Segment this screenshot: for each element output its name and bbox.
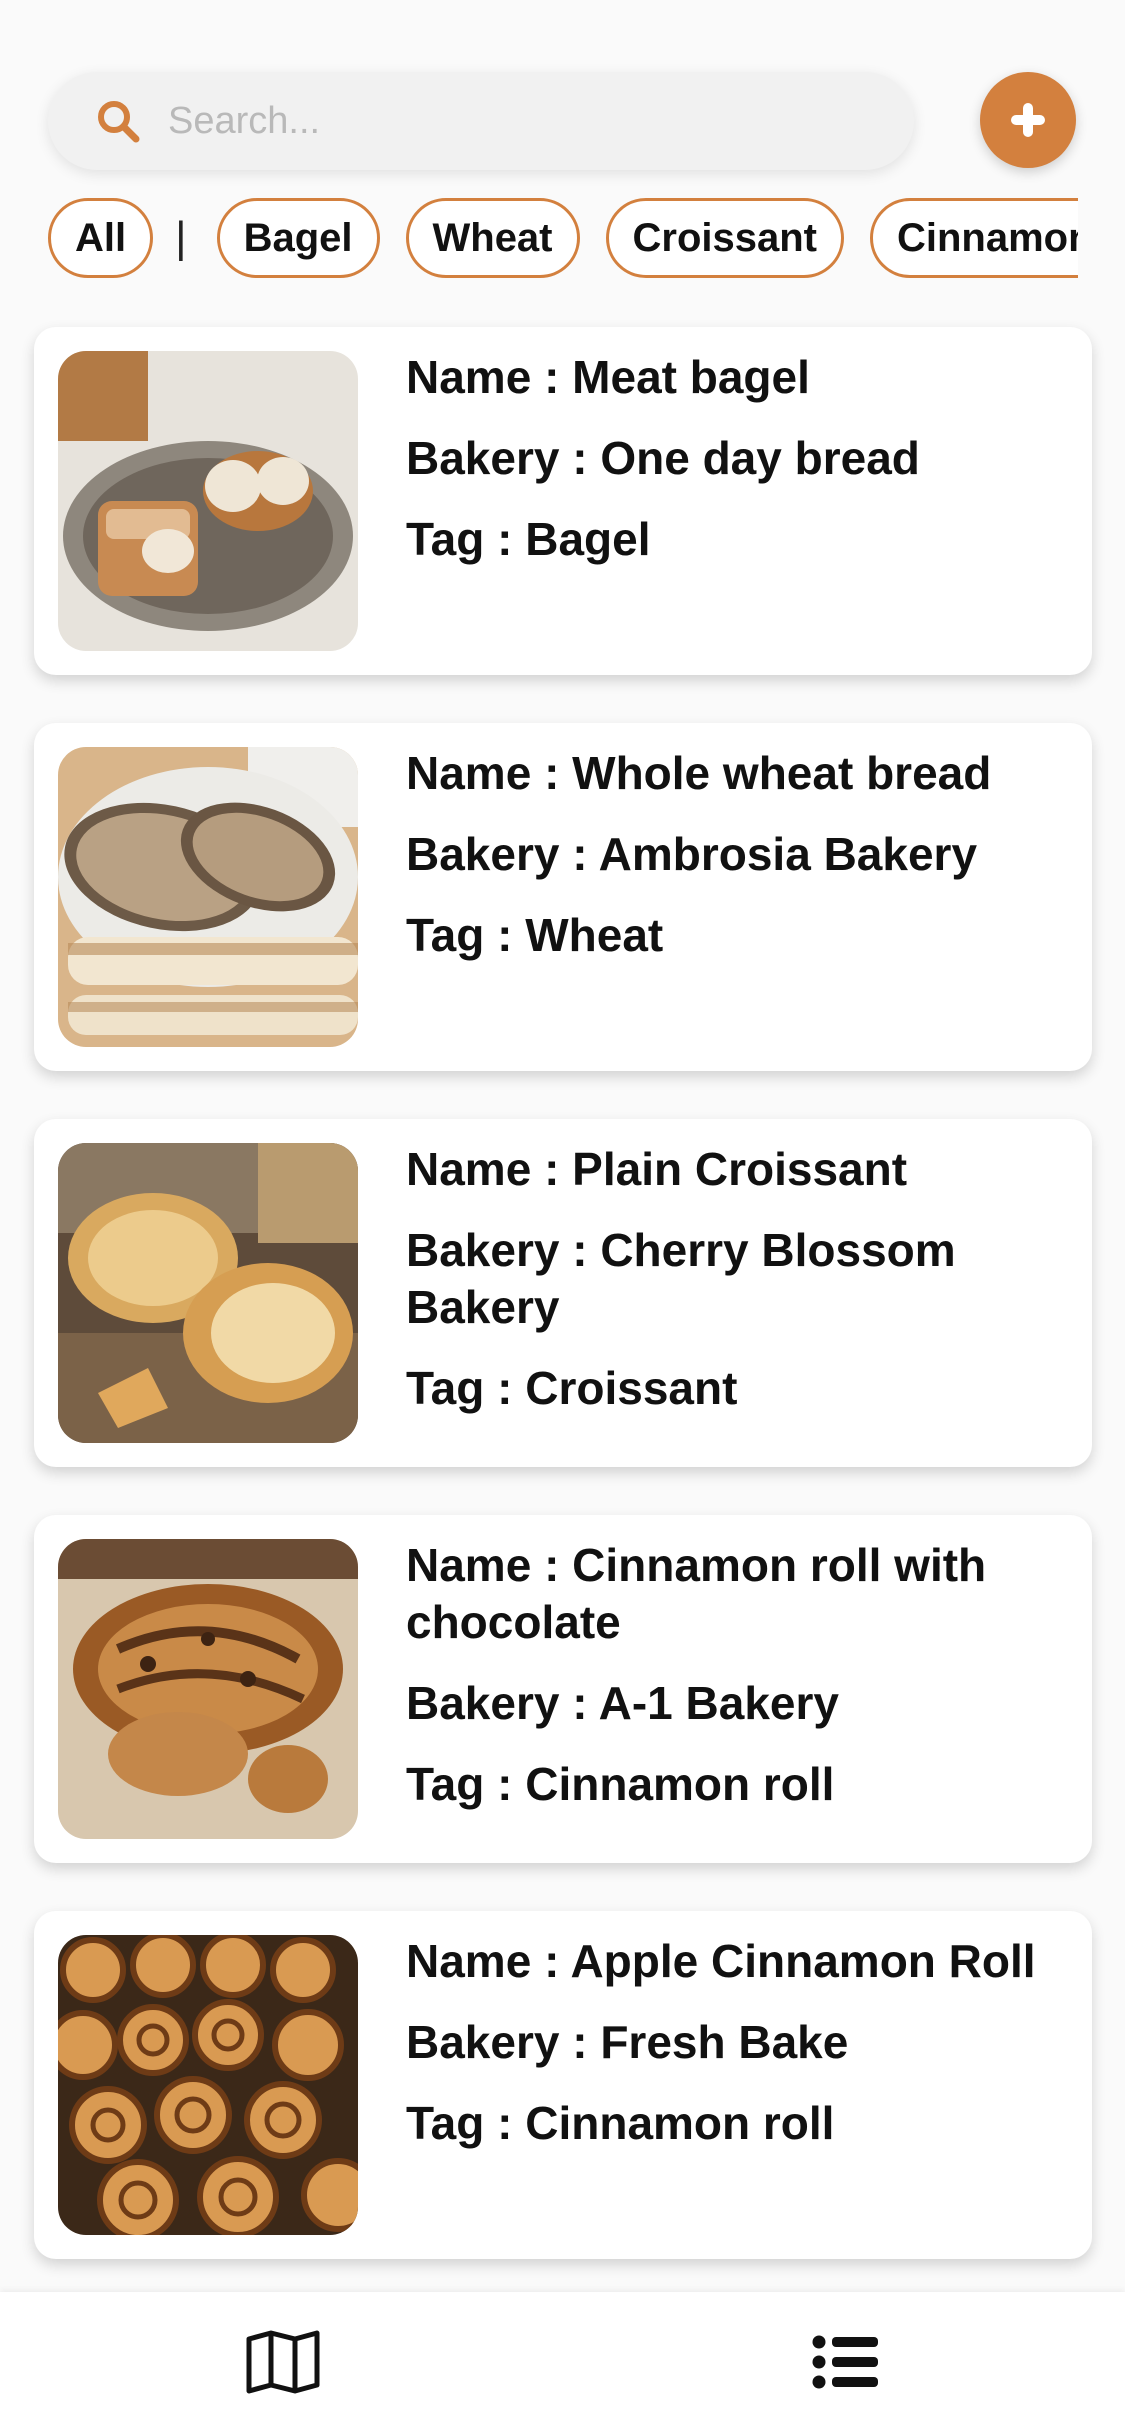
filter-chip-bagel[interactable]: Bagel xyxy=(216,198,380,278)
bread-name: Name : Whole wheat bread xyxy=(406,747,992,799)
search-icon xyxy=(90,93,146,149)
list-tab[interactable] xyxy=(801,2322,891,2402)
bottom-nav xyxy=(0,2292,1125,2436)
bread-info: Name : Plain Croissant Bakery : Cherry B… xyxy=(406,1141,1062,1441)
bread-card[interactable]: Name : Meat bagel Bakery : One day bread… xyxy=(34,327,1092,675)
bread-card[interactable]: Name : Plain Croissant Bakery : Cherry B… xyxy=(34,1119,1092,1467)
filter-chip-cinnamon[interactable]: Cinnamon xyxy=(870,198,1078,278)
bread-photo xyxy=(58,1935,358,2235)
list-icon xyxy=(812,2335,878,2389)
filter-chip-wheat[interactable]: Wheat xyxy=(405,198,580,278)
bread-photo xyxy=(58,351,358,651)
bread-bakery: Bakery : Fresh Bake xyxy=(406,2016,849,2068)
map-tab[interactable] xyxy=(238,2322,328,2402)
bread-bakery: Bakery : Cherry Blossom Bakery xyxy=(406,1224,956,1333)
bread-photo xyxy=(58,747,358,1047)
bread-tag: Tag : Cinnamon roll xyxy=(406,2097,835,2149)
plus-icon xyxy=(1011,103,1045,137)
bread-bakery: Bakery : One day bread xyxy=(406,432,920,484)
filter-chip-all[interactable]: All xyxy=(48,198,154,278)
bread-photo xyxy=(58,1143,358,1443)
bread-tag: Tag : Croissant xyxy=(406,1362,738,1414)
bread-info: Name : Whole wheat bread Bakery : Ambros… xyxy=(406,745,1062,988)
filter-divider: | xyxy=(175,213,187,262)
bread-name: Name : Meat bagel xyxy=(406,351,810,403)
bread-info: Name : Meat bagel Bakery : One day bread… xyxy=(406,349,1062,592)
bread-bakery: Bakery : A-1 Bakery xyxy=(406,1677,839,1729)
bread-info: Name : Apple Cinnamon Roll Bakery : Fres… xyxy=(406,1933,1062,2176)
bread-name: Name : Apple Cinnamon Roll xyxy=(406,1935,1036,1987)
search-input[interactable] xyxy=(166,98,914,144)
add-button[interactable] xyxy=(980,72,1076,168)
bread-tag: Tag : Cinnamon roll xyxy=(406,1758,835,1810)
bread-name: Name : Cinnamon roll with chocolate xyxy=(406,1539,987,1648)
bread-card[interactable]: Name : Whole wheat bread Bakery : Ambros… xyxy=(34,723,1092,1071)
bread-info: Name : Cinnamon roll with chocolate Bake… xyxy=(406,1537,1062,1837)
bread-name: Name : Plain Croissant xyxy=(406,1143,908,1195)
bread-card[interactable]: Name : Apple Cinnamon Roll Bakery : Fres… xyxy=(34,1911,1092,2259)
bread-photo xyxy=(58,1539,358,1839)
bread-card[interactable]: Name : Cinnamon roll with chocolate Bake… xyxy=(34,1515,1092,1863)
bread-tag: Tag : Wheat xyxy=(406,909,664,961)
bread-bakery: Bakery : Ambrosia Bakery xyxy=(406,828,978,880)
filter-chip-croissant[interactable]: Croissant xyxy=(605,198,844,278)
bread-tag: Tag : Bagel xyxy=(406,513,651,565)
filter-chip-row: All | Bagel Wheat Croissant Cinnamon xyxy=(48,195,1078,281)
search-bar[interactable] xyxy=(48,72,914,170)
map-icon xyxy=(246,2330,320,2394)
